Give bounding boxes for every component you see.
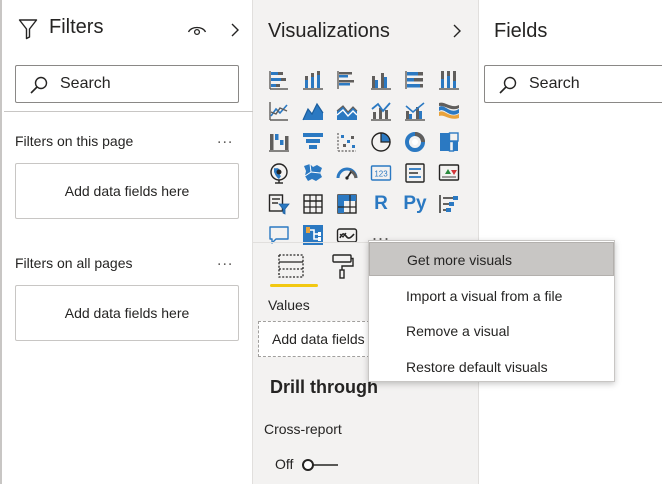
100-stacked-column-chart-icon[interactable] [432, 64, 466, 95]
clustered-column-chart-icon[interactable] [364, 64, 398, 95]
funnel-chart-icon[interactable] [296, 126, 330, 157]
kpi-icon[interactable] [432, 157, 466, 188]
visual-gallery: 123 R Py ... [262, 64, 472, 250]
eye-icon[interactable] [187, 23, 207, 37]
filters-on-all-pages-dropzone[interactable]: Add data fields here [15, 285, 239, 341]
menu-item-import-visual-from-file[interactable]: Import a visual from a file [369, 279, 614, 313]
treemap-icon[interactable] [432, 126, 466, 157]
100-stacked-bar-chart-icon[interactable] [398, 64, 432, 95]
stacked-column-chart-icon[interactable] [296, 64, 330, 95]
filters-search-input[interactable]: Search [15, 65, 239, 103]
fields-well-tab-icon[interactable] [277, 252, 305, 280]
cross-report-toggle[interactable] [301, 458, 339, 472]
drill-through-heading: Drill through [270, 377, 378, 397]
fields-search-input[interactable]: Search [484, 65, 662, 103]
menu-item-restore-default-visuals[interactable]: Restore default visuals [369, 350, 614, 384]
search-icon [499, 76, 517, 94]
matrix-icon[interactable] [330, 188, 364, 219]
gauge-icon[interactable] [330, 157, 364, 188]
cross-report-label: Cross-report [264, 421, 342, 437]
visuals-context-menu: Get more visuals Import a visual from a … [368, 240, 615, 382]
pie-chart-icon[interactable] [364, 126, 398, 157]
key-influencers-icon[interactable] [432, 188, 466, 219]
area-chart-icon[interactable] [296, 95, 330, 126]
r-script-visual-icon[interactable]: R [364, 188, 398, 219]
ribbon-chart-icon[interactable] [432, 95, 466, 126]
cross-report-state-label: Off [275, 456, 294, 472]
q-and-a-icon[interactable] [262, 219, 296, 250]
paint-roller-icon[interactable] [329, 252, 355, 280]
filters-on-this-page-dropzone[interactable]: Add data fields here [15, 163, 239, 219]
filters-pane: Filters Search Filters on this page ... … [0, 0, 254, 484]
filters-on-all-pages-label: Filters on all pages [15, 255, 133, 271]
svg-text:123: 123 [374, 169, 388, 178]
fields-search-placeholder: Search [529, 75, 580, 92]
filters-title: Filters [49, 16, 104, 38]
filters-on-this-page-more-button[interactable]: ... [217, 130, 233, 148]
line-and-clustered-column-chart-icon[interactable] [398, 95, 432, 126]
menu-item-remove-visual[interactable]: Remove a visual [369, 314, 614, 348]
smart-narrative-icon[interactable] [330, 219, 364, 250]
waterfall-chart-icon[interactable] [262, 126, 296, 157]
line-and-stacked-column-chart-icon[interactable] [364, 95, 398, 126]
python-label: Py [403, 192, 427, 214]
stacked-bar-chart-icon[interactable] [262, 64, 296, 95]
menu-item-get-more-visuals[interactable]: Get more visuals [369, 242, 614, 276]
map-icon[interactable] [262, 157, 296, 188]
donut-chart-icon[interactable] [398, 126, 432, 157]
slicer-icon[interactable] [262, 188, 296, 219]
decomposition-tree-icon[interactable] [296, 219, 330, 250]
filters-divider [4, 111, 254, 112]
python-visual-icon[interactable]: Py [398, 188, 432, 219]
scatter-chart-icon[interactable] [330, 126, 364, 157]
line-chart-icon[interactable] [262, 95, 296, 126]
visualizations-title: Visualizations [268, 20, 390, 42]
chevron-right-icon[interactable] [451, 23, 463, 39]
r-script-label: R [374, 192, 388, 214]
card-icon[interactable]: 123 [364, 157, 398, 188]
search-icon [30, 76, 48, 94]
active-tab-indicator [270, 284, 318, 287]
fields-title: Fields [494, 20, 548, 42]
filters-search-placeholder: Search [60, 75, 111, 92]
table-icon[interactable] [296, 188, 330, 219]
multi-row-card-icon[interactable] [398, 157, 432, 188]
clustered-bar-chart-icon[interactable] [330, 64, 364, 95]
chevron-right-icon[interactable] [229, 22, 241, 38]
stacked-area-chart-icon[interactable] [330, 95, 364, 126]
filters-on-all-pages-more-button[interactable]: ... [217, 252, 233, 270]
filled-map-icon[interactable] [296, 157, 330, 188]
filter-funnel-icon [18, 19, 38, 40]
filters-on-this-page-label: Filters on this page [15, 133, 134, 149]
values-label: Values [268, 297, 310, 313]
